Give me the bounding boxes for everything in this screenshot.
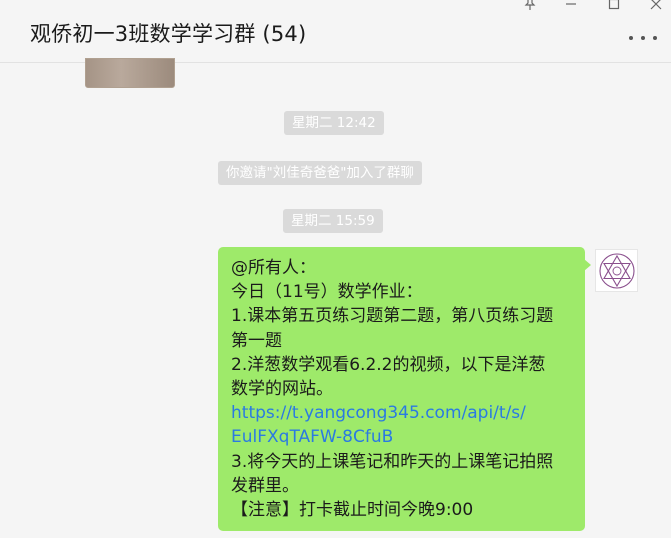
message-line: @所有人： bbox=[231, 258, 316, 278]
message-link[interactable]: https://t.yangcong345.com/api/t/s/ bbox=[231, 401, 575, 425]
previous-image-thumbnail[interactable] bbox=[85, 58, 175, 88]
star-of-david-icon bbox=[598, 252, 635, 289]
message-line: 第一题 bbox=[231, 330, 282, 351]
avatar[interactable] bbox=[595, 249, 638, 292]
bubble-tail bbox=[584, 259, 591, 271]
message-bubble[interactable]: @所有人： 今日（11号）数学作业： 1.课本第五页练习题第二题，第八页练习题 … bbox=[218, 247, 591, 531]
chat-title: 观侨初一3班数学学习群 (54) bbox=[30, 22, 307, 46]
dot bbox=[653, 36, 657, 40]
message-line: 【注意】打卡截止时间今晚9:00 bbox=[231, 500, 474, 521]
message-line: 发群里。 bbox=[231, 475, 299, 496]
message-line: 3.将今天的上课笔记和昨天的上课笔记拍照 bbox=[231, 451, 554, 472]
more-dots-icon[interactable] bbox=[629, 36, 657, 42]
minimize-icon[interactable] bbox=[561, 0, 581, 12]
timestamp-1: 星期二 12:42 bbox=[284, 111, 384, 135]
dot bbox=[629, 36, 633, 40]
message-link[interactable]: EulFXqTAFW-8CfuB bbox=[231, 425, 575, 449]
message-line: 1.课本第五页练习题第二题，第八页练习题 bbox=[231, 306, 554, 327]
dot bbox=[641, 36, 645, 40]
maximize-icon[interactable] bbox=[604, 0, 624, 12]
chat-header: 观侨初一3班数学学习群 (54) bbox=[0, 0, 671, 63]
close-icon[interactable] bbox=[646, 0, 666, 12]
system-notice: 你邀请"刘佳奇爸爸"加入了群聊 bbox=[218, 161, 422, 185]
message-line: 今日（11号）数学作业： bbox=[231, 282, 423, 303]
pin-icon[interactable] bbox=[520, 0, 540, 12]
message-line: 2.洋葱数学观看6.2.2的视频，以下是洋葱 bbox=[231, 354, 546, 375]
message-line: 数学的网站。 bbox=[231, 379, 333, 400]
timestamp-2: 星期二 15:59 bbox=[283, 209, 383, 233]
